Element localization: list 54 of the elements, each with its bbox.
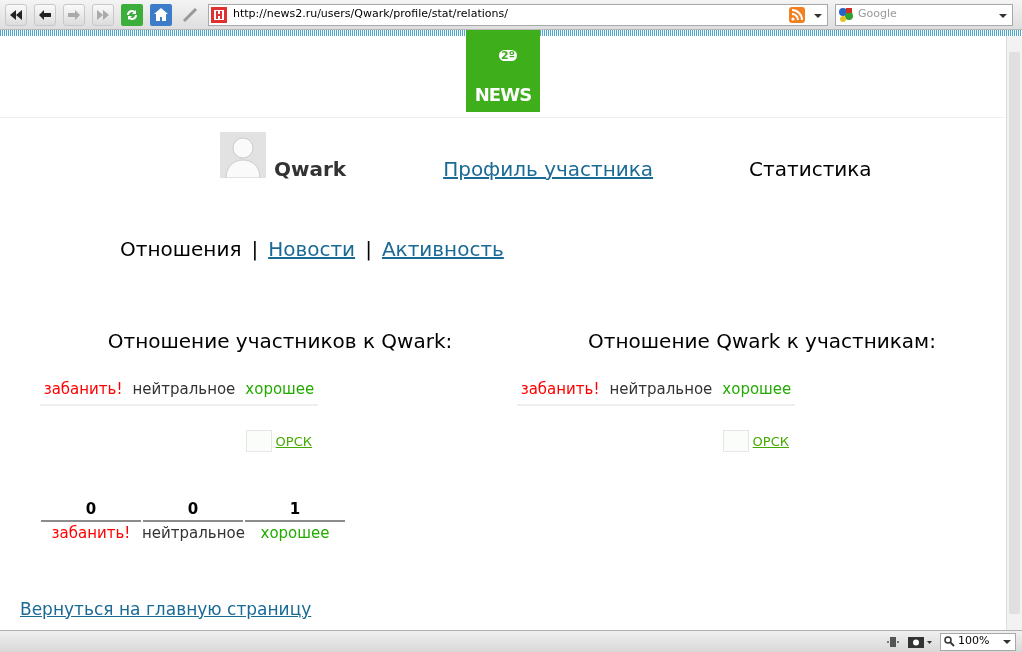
logo-badge: 2º bbox=[499, 50, 517, 61]
forward-icon bbox=[68, 9, 80, 20]
avatar-silhouette bbox=[220, 132, 266, 178]
search-icon bbox=[944, 636, 955, 647]
rating-label[interactable]: нейтральное bbox=[609, 378, 713, 401]
count-cell: 0 bbox=[143, 497, 243, 522]
count-cell: 1 bbox=[245, 497, 345, 522]
image-placeholder bbox=[245, 429, 272, 452]
subnav-tab[interactable]: Отношения bbox=[120, 234, 242, 264]
count-cell: 0 bbox=[41, 497, 141, 522]
url-text: http://news2.ru/users/Qwark/profile/stat/relations/ bbox=[233, 6, 509, 23]
panel-title: Отношение участников к Qwark: bbox=[107, 329, 453, 353]
rewind-button[interactable] bbox=[5, 3, 27, 26]
logo-text: NEWS bbox=[474, 86, 532, 104]
zoom-control[interactable]: 100% bbox=[940, 632, 1016, 651]
profile-link[interactable]: Профиль участника bbox=[443, 154, 654, 184]
rating-label: хорошее bbox=[259, 523, 331, 544]
back-link[interactable]: Вернуться на главную страницу bbox=[20, 598, 312, 619]
separator: | bbox=[365, 236, 372, 263]
reload-button[interactable] bbox=[121, 3, 143, 26]
address-field[interactable]: http://news2.ru/users/Qwark/profile/stat/relations/ bbox=[208, 3, 828, 26]
search-field[interactable]: Google bbox=[835, 3, 1013, 26]
rating-label: забанить! bbox=[50, 523, 132, 544]
panel-title: Отношение Qwark к участникам: bbox=[588, 329, 936, 353]
rating-label[interactable]: забанить! bbox=[43, 378, 123, 401]
back-button[interactable] bbox=[34, 3, 56, 26]
statistics-label: Статистика bbox=[749, 156, 872, 183]
rewind-icon bbox=[10, 9, 22, 20]
rating-label[interactable]: нейтральное bbox=[132, 378, 236, 401]
home-icon bbox=[154, 8, 168, 21]
home-button[interactable] bbox=[150, 3, 172, 26]
back-icon bbox=[39, 9, 51, 20]
username: Qwark bbox=[274, 156, 347, 183]
subnav-tab[interactable]: Новости bbox=[268, 234, 356, 264]
user-link[interactable]: ОРСК bbox=[752, 432, 789, 452]
rss-icon bbox=[789, 6, 805, 23]
rating-label: нейтральное bbox=[142, 523, 244, 544]
pencil-icon bbox=[182, 6, 198, 23]
image-placeholder bbox=[722, 429, 749, 452]
search-input[interactable]: Google bbox=[858, 6, 992, 23]
reload-icon bbox=[125, 7, 139, 22]
device-icon[interactable] bbox=[886, 635, 900, 648]
rating-label[interactable]: хорошее bbox=[722, 378, 792, 401]
rating-label[interactable]: забанить! bbox=[520, 378, 600, 401]
camera-icon[interactable] bbox=[908, 635, 932, 648]
site-icon bbox=[211, 6, 227, 23]
google-icon bbox=[838, 6, 854, 23]
zoom-level: 100% bbox=[958, 633, 991, 650]
separator: | bbox=[251, 236, 259, 263]
rating-label[interactable]: хорошее bbox=[245, 378, 315, 401]
scrollbar[interactable] bbox=[1006, 36, 1022, 630]
fast-forward-icon bbox=[97, 9, 109, 20]
subnav-tab[interactable]: Активность bbox=[381, 234, 504, 264]
user-link[interactable]: ОРСК bbox=[275, 432, 312, 452]
